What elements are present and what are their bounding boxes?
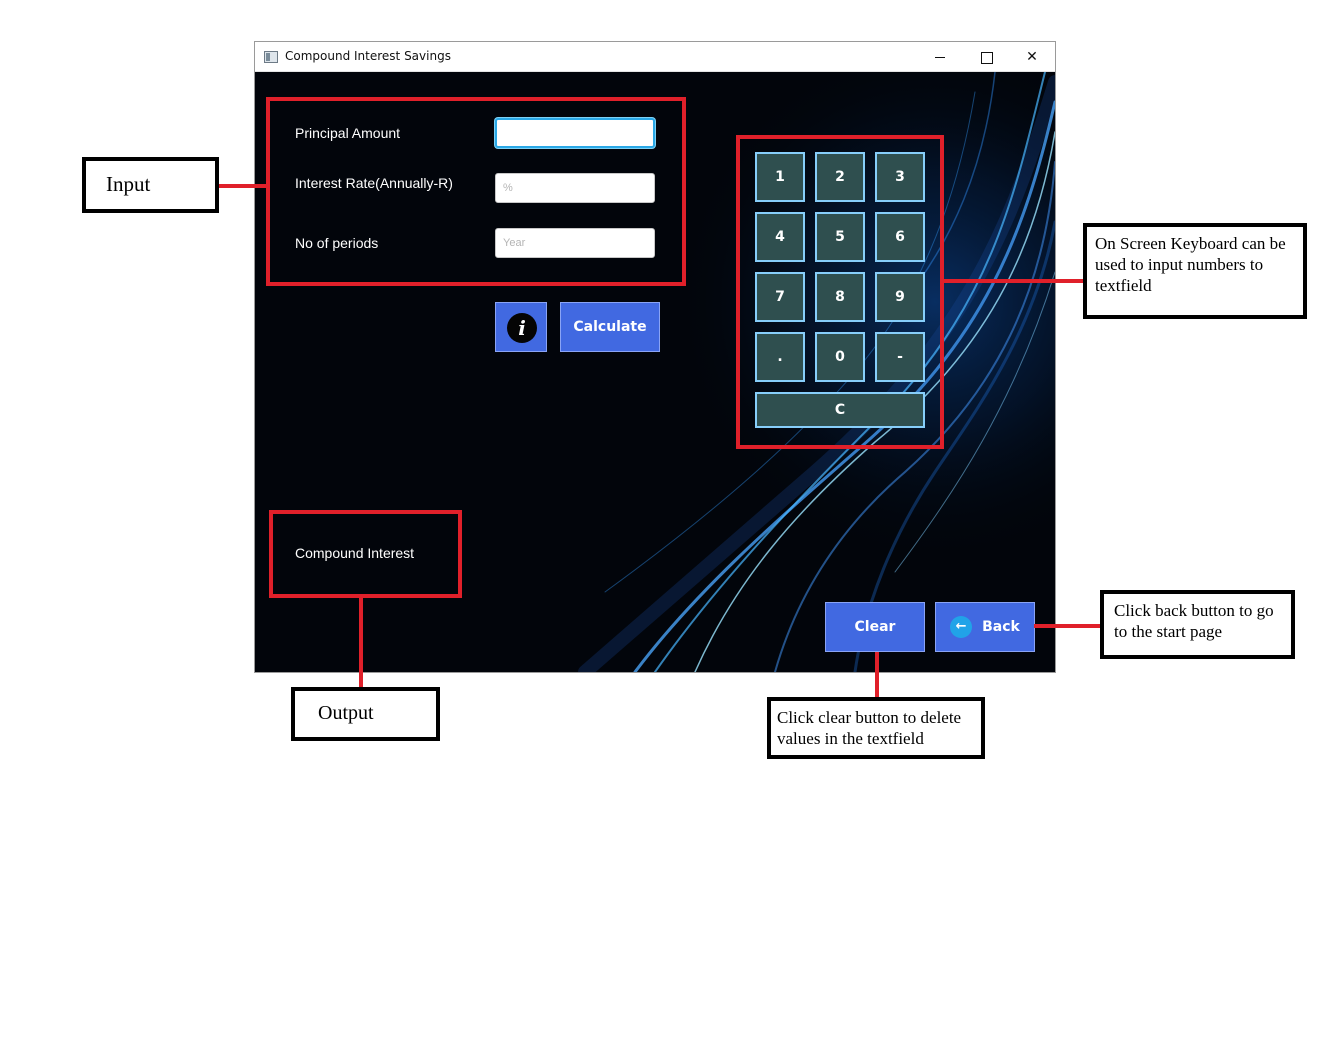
info-icon: i (507, 313, 537, 343)
output-note: Output (291, 687, 440, 741)
back-connector (1034, 624, 1102, 628)
keyboard-note: On Screen Keyboard can be used to input … (1083, 223, 1307, 319)
back-button[interactable]: ← Back (935, 602, 1035, 652)
back-note: Click back button to go to the start pag… (1100, 590, 1295, 659)
title-bar[interactable]: Compound Interest Savings ✕ (255, 42, 1055, 72)
clear-note: Click clear button to delete values in t… (767, 697, 985, 759)
input-note: Input (82, 157, 219, 213)
minimize-button[interactable] (917, 42, 963, 72)
info-button[interactable]: i (495, 302, 547, 352)
input-highlight-box (266, 97, 686, 286)
window-title: Compound Interest Savings (285, 49, 451, 63)
keypad-highlight-box (736, 135, 944, 449)
calculate-button[interactable]: Calculate (560, 302, 660, 352)
output-connector (359, 596, 363, 689)
clear-button[interactable]: Clear (825, 602, 925, 652)
clear-connector (875, 652, 879, 699)
back-arrow-icon: ← (950, 616, 973, 638)
output-highlight-box (269, 510, 462, 598)
back-button-label: Back (982, 619, 1020, 635)
close-button[interactable]: ✕ (1009, 42, 1055, 72)
app-icon (264, 51, 278, 63)
maximize-button[interactable] (963, 42, 1009, 72)
input-connector (218, 184, 268, 188)
keyboard-connector (942, 279, 1086, 283)
